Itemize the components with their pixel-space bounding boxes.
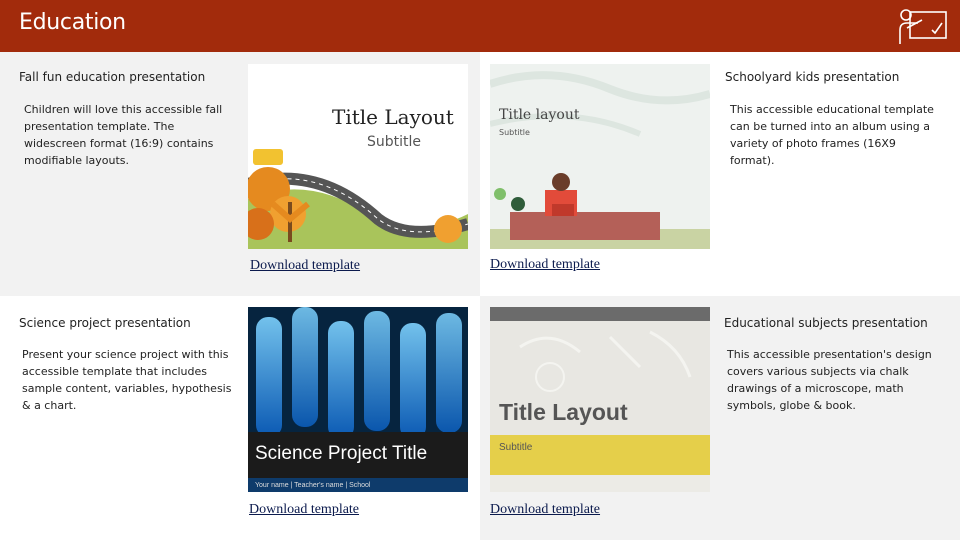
template-card-subjects: Title Layout Subtitle Educational subjec… (480, 296, 960, 540)
thumbnail-title: Science Project Title (255, 443, 428, 464)
card-description: This accessible presentation's design co… (727, 348, 932, 412)
thumbnail-title: Title layout (499, 107, 580, 123)
card-title: Educational subjects presentation (724, 316, 928, 330)
thumbnail-title: Title Layout (499, 399, 628, 425)
thumbnail-subtitle: Subtitle (499, 128, 530, 137)
card-title: Schoolyard kids presentation (725, 70, 900, 84)
thumbnail-title: Title Layout (332, 105, 454, 129)
header-bar: Education (0, 0, 960, 52)
card-title: Fall fun education presentation (19, 70, 206, 84)
thumbnail-subtitle: Your name | Teacher's name | School (255, 482, 371, 489)
card-title: Science project presentation (19, 316, 191, 330)
thumbnail-subtitle: Subtitle (499, 442, 533, 453)
card-description: Present your science project with this a… (22, 348, 232, 412)
template-card-schoolyard: Title layout Subtitle Schoolyard kids pr… (480, 52, 960, 296)
teacher-board-icon (899, 9, 947, 44)
template-card-fall: Fall fun education presentation Children… (0, 52, 480, 296)
download-template-link[interactable]: Download template (249, 502, 359, 518)
thumbnail-subtitle: Subtitle (367, 134, 422, 150)
template-thumbnail[interactable] (490, 64, 710, 249)
card-description: This accessible educational template can… (730, 103, 934, 167)
template-card-science: Science project presentation Present you… (0, 296, 480, 540)
page-title: Education (19, 10, 126, 35)
template-thumbnail[interactable] (248, 64, 468, 249)
download-template-link[interactable]: Download template (490, 257, 600, 273)
download-template-link[interactable]: Download template (250, 258, 360, 274)
download-template-link[interactable]: Download template (490, 502, 600, 518)
card-description: Children will love this accessible fall … (24, 103, 223, 167)
